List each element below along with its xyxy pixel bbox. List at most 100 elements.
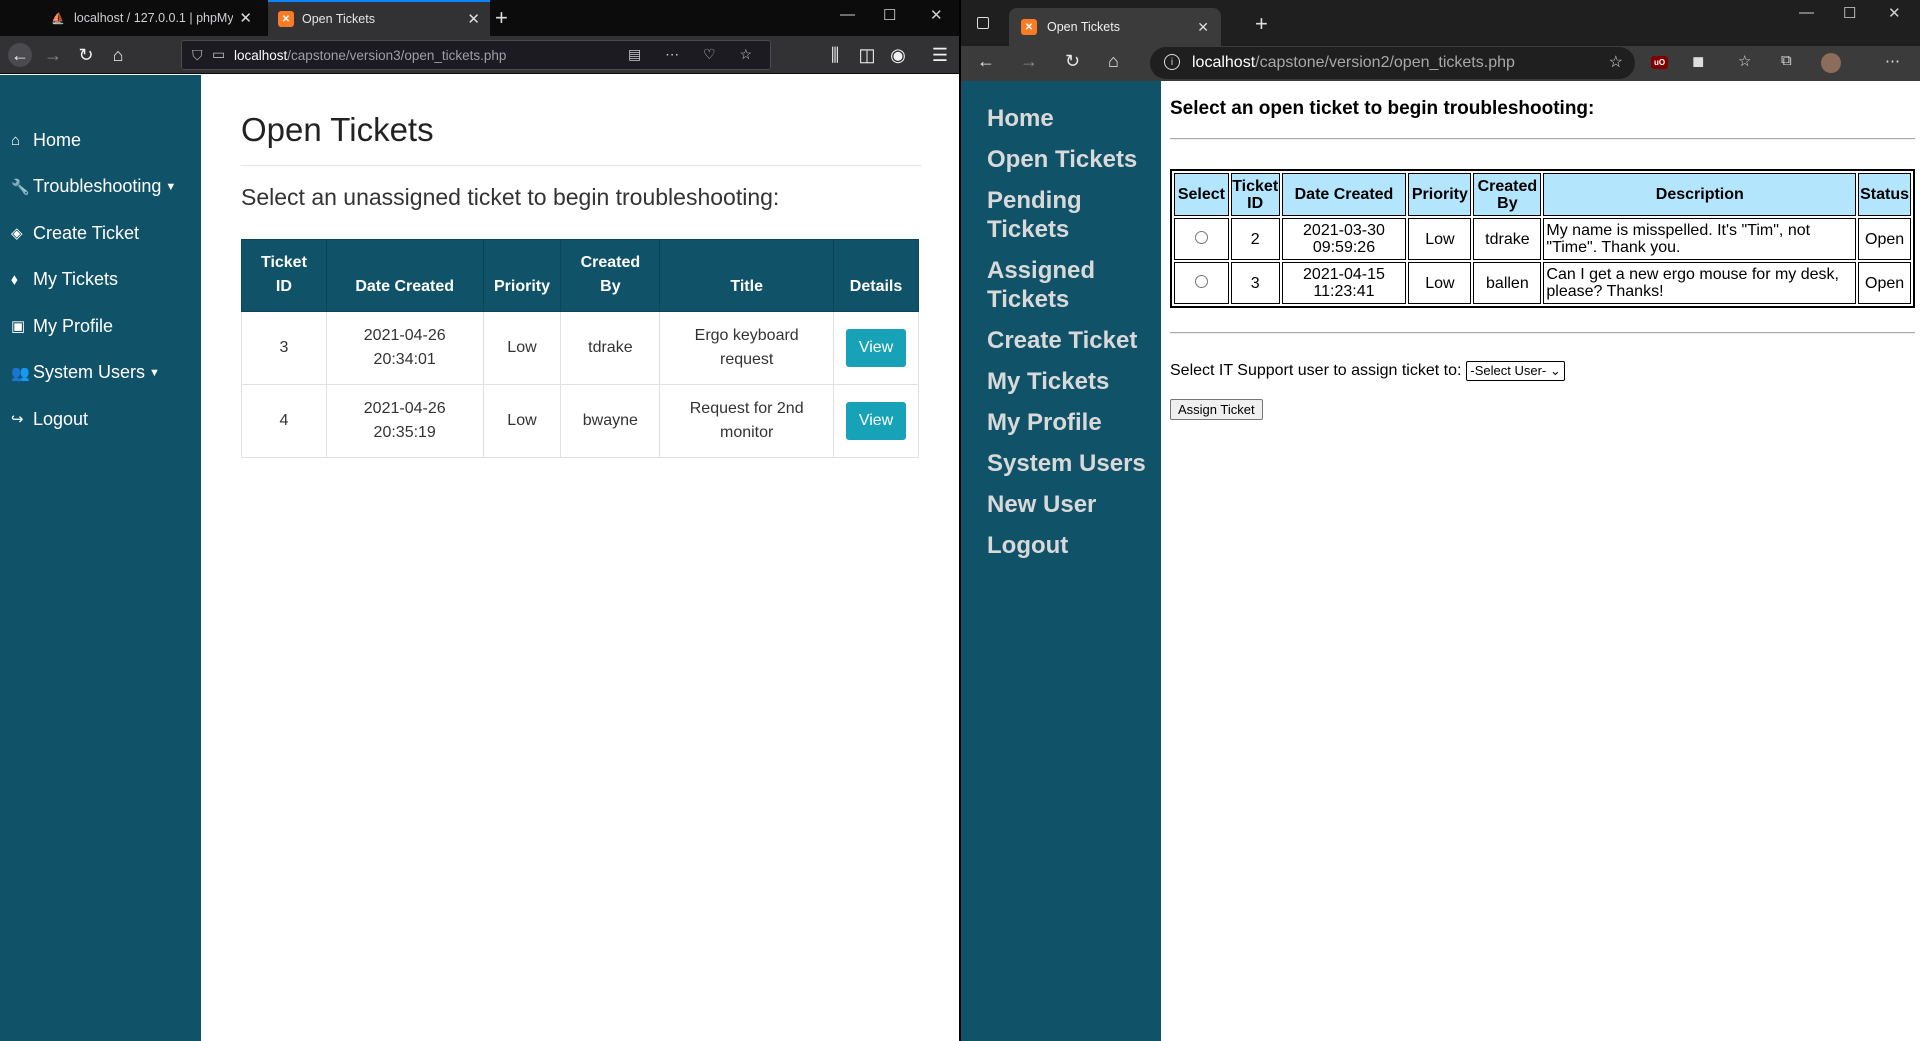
sidebar-item-home[interactable]: ⌂ Home	[0, 117, 201, 164]
divider	[1170, 138, 1915, 140]
sidebar-item-system-users[interactable]: 👥 System Users ▼	[0, 350, 201, 397]
ticket-id: 3	[241, 311, 327, 385]
sidebar-item-label: My Tickets	[33, 269, 119, 290]
tab-actions-icon[interactable]	[977, 17, 989, 29]
table-header-row: Select Ticket ID Date Created Priority Cr…	[1174, 173, 1911, 216]
close-tab-icon[interactable]: ✕	[239, 9, 252, 27]
maximize-icon[interactable]: ☐	[1843, 4, 1856, 22]
minimize-icon[interactable]: —	[840, 6, 855, 23]
sidebar-item-create-ticket[interactable]: ◈ Create Ticket	[0, 210, 201, 257]
sidebar-item-label: System Users	[33, 362, 146, 383]
edge-window: ✕ Open Tickets ✕ + — ☐ ✕ ← → ↻ ⌂ i local…	[961, 0, 1920, 1041]
sidebar-item-create-ticket[interactable]: Create Ticket	[987, 326, 1157, 355]
date-created: 2021-04-26 20:34:01	[325, 311, 484, 385]
ublock-icon[interactable]: uO	[1651, 52, 1669, 69]
library-icon[interactable]: ⫼	[823, 43, 847, 67]
tab-bar: ⛵ localhost / 127.0.0.1 | phpMyAdmin ✕ ✕…	[0, 0, 959, 36]
column-header: Title	[659, 239, 835, 312]
url-host: localhost	[234, 47, 288, 63]
column-header: Priority	[1408, 173, 1472, 216]
minimize-icon[interactable]: —	[1799, 4, 1814, 21]
xampp-icon: ✕	[1021, 19, 1037, 35]
users-icon: 👥	[11, 364, 30, 382]
tab-bar: ✕ Open Tickets ✕ + — ☐ ✕	[961, 0, 1920, 46]
sidebar-item-my-tickets[interactable]: ⬧ My Tickets	[0, 257, 201, 304]
sidebar-item-my-profile[interactable]: ▣ My Profile	[0, 303, 201, 350]
sidebar-item-logout[interactable]: Logout	[987, 531, 1157, 560]
page-icon: ▭	[212, 46, 226, 62]
settings-menu-icon[interactable]: ⋯	[1885, 52, 1900, 70]
id-card-icon: ▣	[11, 318, 26, 336]
select-radio[interactable]	[1194, 274, 1208, 288]
new-tab-button[interactable]: +	[1255, 11, 1268, 37]
sidebar-item-new-user[interactable]: New User	[987, 490, 1157, 519]
view-button[interactable]: View	[845, 329, 907, 367]
assign-label: Select IT Support user to assign ticket …	[1170, 362, 1462, 379]
sidebar-item-my-tickets[interactable]: My Tickets	[987, 367, 1157, 396]
created-by: ballen	[1473, 262, 1542, 304]
close-tab-icon[interactable]: ✕	[467, 10, 480, 28]
column-header: Ticket ID	[1230, 173, 1280, 216]
shield-icon[interactable]: ⛉	[192, 47, 203, 64]
maximize-icon[interactable]: ☐	[883, 6, 896, 24]
sidebar-icon[interactable]: ◫	[855, 43, 879, 67]
back-icon[interactable]: ←	[977, 51, 995, 72]
select-radio[interactable]	[1194, 230, 1208, 244]
select-cell	[1174, 262, 1229, 304]
sidebar-item-troubleshooting[interactable]: 🔧 Troubleshooting ▼	[0, 164, 201, 211]
sidebar-item-home[interactable]: Home	[987, 104, 1157, 133]
sidebar-item-label: My Profile	[33, 315, 114, 336]
close-window-icon[interactable]: ✕	[1888, 4, 1901, 22]
details-cell: View	[833, 384, 919, 458]
assign-row: Select IT Support user to assign ticket …	[1170, 361, 1915, 381]
assign-ticket-button[interactable]: Assign Ticket	[1170, 399, 1263, 420]
close-window-icon[interactable]: ✕	[930, 6, 943, 24]
tickets-table: Ticket ID Date Created Priority Created By…	[241, 239, 919, 458]
sidebar-item-label: Troubleshooting	[33, 176, 162, 197]
sidebar-item-logout[interactable]: ↪ Logout	[0, 396, 201, 443]
home-icon[interactable]: ⌂	[1108, 51, 1119, 72]
menu-icon[interactable]: ☰	[928, 43, 952, 67]
page-title: Select an open ticket to begin troublesh…	[1170, 98, 1595, 119]
sidebar: Home Open Tickets Pending Tickets Assign…	[961, 81, 1161, 1041]
view-button[interactable]: View	[845, 402, 907, 440]
refresh-icon[interactable]: ↻	[1065, 51, 1080, 72]
avatar[interactable]	[1821, 53, 1841, 77]
ticket-id: 3	[1230, 262, 1280, 304]
collections-icon[interactable]: ⧉	[1781, 52, 1792, 69]
tickets-table: Select Ticket ID Date Created Priority Cr…	[1170, 169, 1915, 308]
reader-view-icon[interactable]: ▤ ⋯ ♡ ☆	[628, 46, 762, 63]
address-bar[interactable]: ⛉ ▭ localhost/capstone/version3/open_tic…	[181, 40, 771, 70]
column-header: Select	[1174, 173, 1229, 216]
account-icon[interactable]: ◉	[886, 43, 910, 67]
tab-open-tickets[interactable]: ✕ Open Tickets ✕	[268, 0, 490, 36]
new-tab-button[interactable]: +	[495, 5, 508, 31]
sidebar: ⌂ Home 🔧 Troubleshooting ▼ ◈ Create Tick…	[0, 75, 201, 1041]
tab-phpmyadmin[interactable]: ⛵ localhost / 127.0.0.1 | phpMyAdmin ✕	[40, 0, 262, 36]
status: Open	[1858, 262, 1911, 304]
forward-icon[interactable]: →	[41, 43, 65, 67]
back-icon[interactable]: ←	[8, 43, 32, 67]
home-icon[interactable]: ⌂	[106, 43, 130, 67]
sidebar-item-assigned-tickets[interactable]: Assigned Tickets	[987, 256, 1157, 314]
sidebar-item-my-profile[interactable]: My Profile	[987, 408, 1157, 437]
reload-icon[interactable]: ↻	[74, 43, 98, 67]
nav-bar: ← → ↻ ⌂ i localhost/capstone/version2/op…	[961, 46, 1920, 81]
tab-open-tickets[interactable]: ✕ Open Tickets ✕	[1009, 8, 1221, 46]
address-bar[interactable]: i localhost/capstone/version2/open_ticke…	[1150, 47, 1635, 79]
sidebar-item-open-tickets[interactable]: Open Tickets	[987, 145, 1157, 174]
assign-user-select[interactable]: -Select User- ⌄	[1466, 361, 1565, 381]
sidebar-item-pending-tickets[interactable]: Pending Tickets	[987, 186, 1157, 244]
favorites-icon[interactable]: ☆	[1738, 52, 1751, 70]
priority: Low	[482, 384, 562, 458]
add-favorite-icon[interactable]: ☆	[1609, 52, 1623, 72]
column-header: Details	[833, 239, 919, 312]
close-tab-icon[interactable]: ✕	[1197, 19, 1209, 36]
chevron-down-icon: ⌄	[1549, 363, 1561, 378]
ticket-id: 2	[1230, 218, 1280, 260]
extension-icon[interactable]: ◼	[1692, 52, 1704, 70]
sidebar-item-system-users[interactable]: System Users	[987, 449, 1157, 478]
firefox-window: ⛵ localhost / 127.0.0.1 | phpMyAdmin ✕ ✕…	[0, 0, 959, 1041]
forward-icon[interactable]: →	[1020, 51, 1038, 72]
info-icon[interactable]: i	[1164, 54, 1180, 70]
